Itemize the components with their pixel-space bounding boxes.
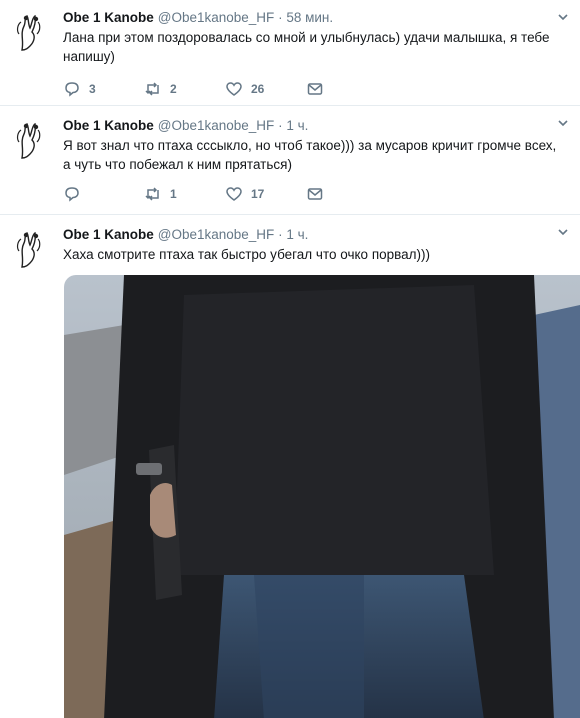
tweet-content: Obe 1 Kanobe @Obe1kanobe_HF · 1 ч. Хаха с… bbox=[63, 225, 566, 264]
chevron-down-icon bbox=[558, 229, 568, 236]
timestamp[interactable]: 1 ч. bbox=[286, 118, 308, 133]
tweet-header: Obe 1 Kanobe @Obe1kanobe_HF · 1 ч. bbox=[63, 225, 566, 244]
user-handle[interactable]: @Obe1kanobe_HF bbox=[158, 10, 275, 25]
separator-dot: · bbox=[278, 118, 283, 133]
tweet-header: Obe 1 Kanobe @Obe1kanobe_HF · 58 мин. bbox=[63, 8, 566, 27]
retweet-count: 2 bbox=[170, 82, 177, 96]
tweet-menu-button[interactable] bbox=[558, 227, 568, 237]
timestamp[interactable]: 58 мин. bbox=[286, 10, 333, 25]
reply-button[interactable]: 3 bbox=[63, 80, 144, 98]
envelope-icon bbox=[307, 83, 323, 95]
retweet-button[interactable]: 2 bbox=[144, 80, 225, 98]
photo-image bbox=[64, 275, 580, 718]
display-name[interactable]: Obe 1 Kanobe bbox=[63, 118, 154, 133]
chevron-down-icon bbox=[558, 120, 568, 127]
heart-icon bbox=[226, 82, 242, 96]
like-count: 26 bbox=[251, 82, 265, 96]
tweet[interactable]: Obe 1 Kanobe @Obe1kanobe_HF · 1 ч. Я вот … bbox=[0, 106, 580, 215]
dm-button[interactable] bbox=[306, 185, 336, 203]
user-handle[interactable]: @Obe1kanobe_HF bbox=[158, 118, 275, 133]
tweet-feed: Obe 1 Kanobe @Obe1kanobe_HF · 58 мин. Лан… bbox=[0, 0, 580, 718]
retweet-count: 1 bbox=[170, 187, 177, 201]
reply-count: 3 bbox=[89, 82, 96, 96]
avatar[interactable] bbox=[10, 227, 48, 271]
chevron-down-icon bbox=[558, 14, 568, 21]
like-count: 17 bbox=[251, 187, 265, 201]
reply-icon bbox=[65, 187, 79, 202]
like-button[interactable]: 26 bbox=[225, 80, 306, 98]
reply-button[interactable] bbox=[63, 185, 144, 203]
tweet-content: Obe 1 Kanobe @Obe1kanobe_HF · 1 ч. Я вот … bbox=[63, 116, 566, 174]
tweet[interactable]: Obe 1 Kanobe @Obe1kanobe_HF · 1 ч. Хаха с… bbox=[0, 215, 580, 718]
dm-button[interactable] bbox=[306, 80, 336, 98]
tweet-text: Я вот знал что птаха сссыкло, но чтоб та… bbox=[63, 138, 557, 172]
retweet-icon bbox=[145, 187, 159, 201]
tweet-actions: 1 17 bbox=[63, 185, 336, 203]
user-handle[interactable]: @Obe1kanobe_HF bbox=[158, 227, 275, 242]
avatar-image bbox=[16, 14, 41, 51]
tweet-menu-button[interactable] bbox=[558, 12, 568, 22]
display-name[interactable]: Obe 1 Kanobe bbox=[63, 227, 154, 242]
avatar-image bbox=[16, 231, 41, 268]
heart-icon bbox=[226, 187, 242, 201]
tweet-header: Obe 1 Kanobe @Obe1kanobe_HF · 1 ч. bbox=[63, 116, 566, 135]
tweet[interactable]: Obe 1 Kanobe @Obe1kanobe_HF · 58 мин. Лан… bbox=[0, 0, 580, 106]
tweet-menu-button[interactable] bbox=[558, 118, 568, 128]
avatar-image bbox=[16, 122, 41, 159]
separator-dot: · bbox=[278, 227, 283, 242]
avatar[interactable] bbox=[10, 10, 48, 54]
avatar[interactable] bbox=[10, 118, 48, 162]
separator-dot: · bbox=[278, 10, 283, 25]
tweet-content: Obe 1 Kanobe @Obe1kanobe_HF · 58 мин. Лан… bbox=[63, 8, 566, 66]
display-name[interactable]: Obe 1 Kanobe bbox=[63, 10, 154, 25]
tweet-photo[interactable] bbox=[64, 275, 580, 718]
tweet-actions: 3 2 26 bbox=[63, 80, 336, 98]
tweet-text: Лана при этом поздоровалась со мной и ул… bbox=[63, 30, 550, 64]
retweet-button[interactable]: 1 bbox=[144, 185, 225, 203]
tweet-text: Хаха смотрите птаха так быстро убегал чт… bbox=[63, 247, 431, 262]
timestamp[interactable]: 1 ч. bbox=[286, 227, 308, 242]
retweet-icon bbox=[145, 82, 159, 96]
reply-icon bbox=[65, 82, 79, 97]
like-button[interactable]: 17 bbox=[225, 185, 306, 203]
envelope-icon bbox=[307, 188, 323, 200]
